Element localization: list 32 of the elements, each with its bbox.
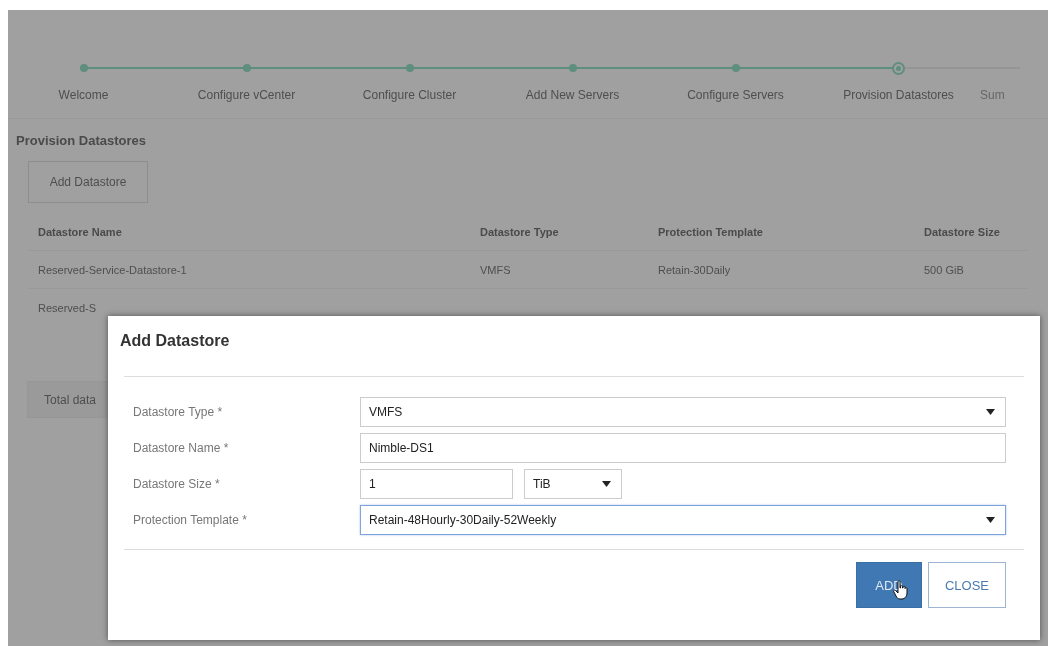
add-datastore-button[interactable]: Add Datastore — [28, 161, 148, 203]
select-field[interactable]: TiB — [524, 469, 622, 499]
field-label: Datastore Name * — [133, 441, 230, 455]
field-label: Datastore Type * — [133, 405, 224, 419]
dialog-title: Add Datastore — [120, 332, 230, 349]
select-field[interactable]: Retain-48Hourly-30Daily-52Weekly — [360, 505, 1006, 535]
step-label[interactable]: Configure Servers — [687, 88, 784, 102]
step-label[interactable]: Sum — [980, 88, 1005, 102]
step-label[interactable]: Configure vCenter — [197, 88, 296, 102]
step-label[interactable]: Welcome — [58, 88, 109, 102]
input-field[interactable]: Nimble-DS1 — [360, 433, 1006, 463]
table-cell-text: 500 GiB — [924, 263, 965, 276]
table-cell-text: VMFS — [480, 263, 512, 276]
caret-icon — [986, 409, 995, 415]
step-label[interactable]: Configure Cluster — [362, 88, 457, 102]
column-header: Datastore Size — [924, 225, 1001, 238]
close-button[interactable]: CLOSE — [928, 562, 1006, 608]
section-title: Provision Datastores — [16, 133, 148, 148]
input-field[interactable]: 1 — [360, 469, 513, 499]
field-label: Protection Template * — [133, 513, 248, 527]
step-label[interactable]: Provision Datastores — [843, 88, 954, 102]
caret-icon — [602, 481, 611, 487]
select-field[interactable]: VMFS — [360, 397, 1006, 427]
step-label[interactable]: Add New Servers — [525, 88, 620, 102]
table-cell-text: Reserved-S — [38, 301, 98, 314]
caret-icon — [986, 517, 995, 523]
table-cell-text: Retain-30Daily — [658, 263, 732, 276]
column-header: Datastore Type — [480, 225, 560, 238]
field-label: Datastore Size * — [133, 477, 221, 491]
column-header: Datastore Name — [38, 225, 123, 238]
table-cell-text: Reserved-Service-Datastore-1 — [38, 263, 188, 276]
column-header: Protection Template — [658, 225, 764, 238]
